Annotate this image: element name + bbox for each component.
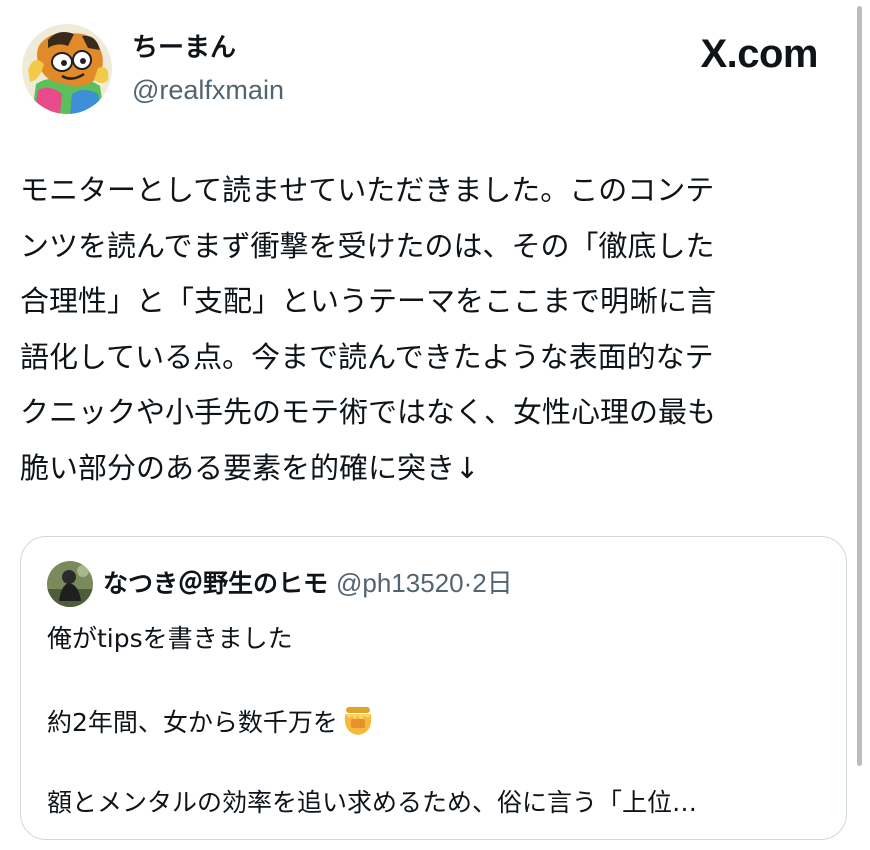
person-photo-icon bbox=[47, 561, 93, 607]
tweet-text-line: クニックや小手先のモテ術ではなく、女性心理の最も bbox=[20, 395, 717, 429]
scrollbar[interactable] bbox=[857, 6, 862, 766]
quoted-timestamp[interactable]: 2日 bbox=[472, 568, 512, 598]
author-avatar[interactable] bbox=[22, 24, 112, 114]
quoted-author-handle[interactable]: @ph13520 bbox=[336, 568, 464, 598]
honey-pot-icon bbox=[344, 707, 372, 735]
quoted-author-avatar[interactable] bbox=[47, 561, 93, 607]
author-handle[interactable]: @realfxmain bbox=[132, 72, 284, 108]
tweet-text-line: モニターとして読ませていただきました。このコンテ bbox=[20, 173, 715, 207]
tweet-text: モニターとして読ませていただきました。このコンテ ンツを読んでまず衝撃を受けたの… bbox=[20, 163, 835, 496]
author-display-name[interactable]: ちーまん bbox=[132, 30, 236, 66]
quoted-tweet-card[interactable]: なつき＠野生のヒモ @ph13520·2日 俺がtipsを書きました 約2年間、… bbox=[20, 536, 847, 840]
quoted-author-display-name[interactable]: なつき＠野生のヒモ bbox=[103, 569, 328, 598]
quoted-text-line-with-emoji: 約2年間、女から数千万を bbox=[47, 703, 376, 741]
cartoon-character-icon bbox=[22, 24, 112, 114]
quoted-text-line: 約2年間、女から数千万を bbox=[47, 708, 338, 737]
tweet-text-line: 脆い部分のある要素を的確に突き↓ bbox=[20, 450, 480, 485]
tweet-text-line: ンツを読んでまず衝撃を受けたのは、その「徹底した bbox=[20, 228, 715, 263]
quoted-text-line: 額とメンタルの効率を追い求めるため、俗に言う「上位… bbox=[47, 788, 698, 817]
tweet-text-line: 語化している点。今まで読んできたような表面的なテ bbox=[20, 339, 714, 374]
quoted-header: なつき＠野生のヒモ @ph13520·2日 bbox=[103, 565, 513, 602]
quoted-text-line: 俺がtipsを書きました bbox=[47, 624, 293, 653]
x-brand-logo: X.com bbox=[700, 32, 818, 76]
meta-separator: · bbox=[463, 568, 473, 598]
tweet-text-line: 合理性」と「支配」というテーマをここまで明晰に言 bbox=[20, 284, 717, 318]
